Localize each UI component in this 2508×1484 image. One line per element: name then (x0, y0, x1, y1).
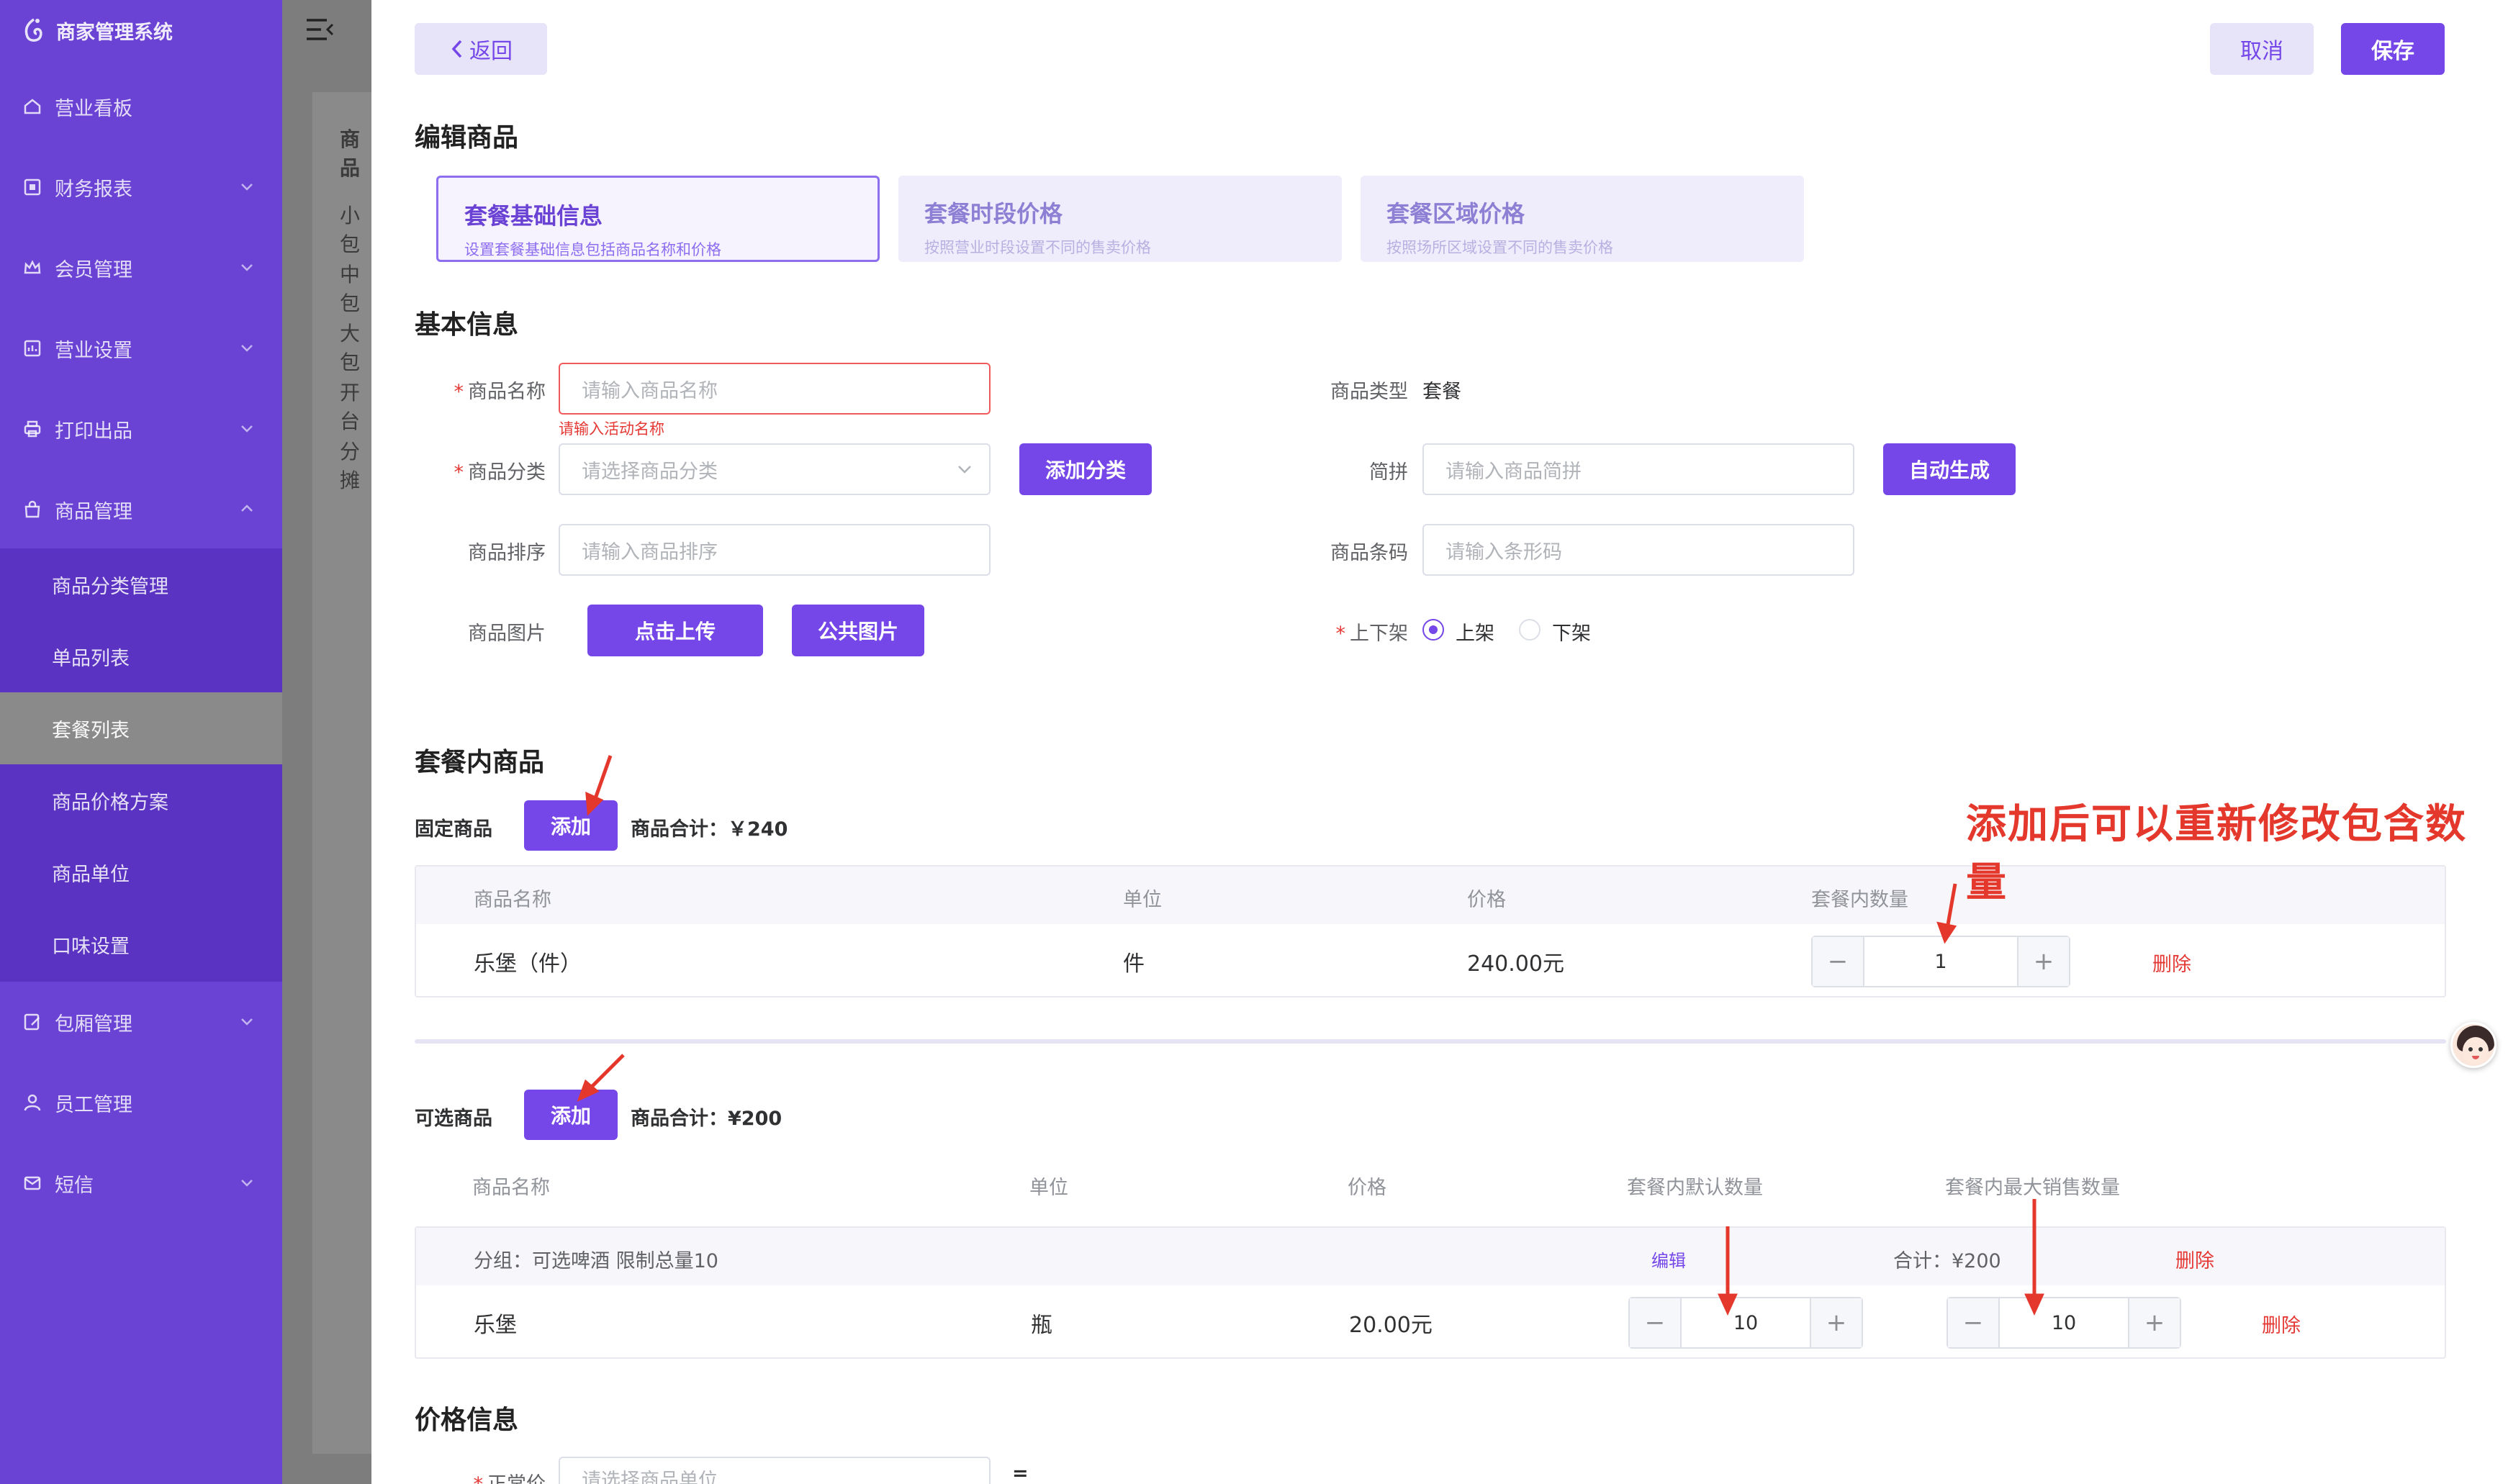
sidebar-item-finance[interactable]: 财务报表 (0, 151, 282, 223)
app-logo-icon (24, 18, 42, 42)
avatar-face (2463, 1037, 2489, 1064)
sidebar-subitem-label: 商品单位 (52, 863, 130, 886)
arrow-head (1936, 921, 1957, 944)
sidebar-item-business-settings[interactable]: 营业设置 (0, 312, 282, 384)
sidebar-item-members[interactable]: 会员管理 (0, 232, 282, 304)
sidebar-subitem-units[interactable]: 商品单位 (0, 836, 282, 908)
sidebar-item-rooms[interactable]: 包厢管理 (0, 986, 282, 1058)
sidebar-item-label: 短信 (55, 1174, 94, 1197)
sidebar-item-label: 营业看板 (55, 97, 132, 120)
chevron-up-icon (241, 505, 253, 512)
sidebar-subitem-single-items[interactable]: 单品列表 (0, 620, 282, 692)
arrow-head (2024, 1293, 2044, 1316)
arrow-head (1718, 1293, 1738, 1316)
crown-icon (22, 257, 43, 279)
settings-board-icon (22, 338, 43, 359)
annotation-arrows (577, 755, 2044, 1316)
sidebar-item-label: 打印出品 (55, 420, 132, 443)
background-card-title: 商品 (340, 127, 361, 180)
chevron-down-icon (241, 1018, 253, 1026)
background-row: 大包 (340, 322, 361, 374)
sidebar-item-label: 财务报表 (55, 178, 132, 201)
sidebar-item-label: 员工管理 (55, 1093, 132, 1116)
report-icon (22, 176, 43, 198)
sidebar-item-products[interactable]: 商品管理 (0, 474, 282, 546)
background-row: 小包 (340, 204, 361, 256)
sidebar-item-label: 营业设置 (55, 339, 132, 362)
sidebar-item-label: 会员管理 (55, 258, 132, 281)
sidebar: 商家管理系统 营业看板 财务报表 会员管理 营业设置 打印出品 商品管理 商品分… (0, 0, 282, 1484)
products-submenu: 商品分类管理 单品列表 套餐列表 商品价格方案 商品单位 口味设置 (0, 548, 282, 982)
sidebar-subitem-label: 单品列表 (52, 647, 130, 670)
sidebar-subitem-label: 套餐列表 (52, 719, 130, 742)
chevron-down-icon (241, 425, 253, 433)
app-title: 商家管理系统 (56, 21, 173, 44)
chevron-down-icon (241, 1180, 253, 1187)
avatar-eye (2478, 1047, 2483, 1051)
sidebar-item-printing[interactable]: 打印出品 (0, 393, 282, 465)
background-page: 商品 小包 中包 大包 开台 分摊 (282, 0, 371, 1484)
sidebar-subitem-flavors[interactable]: 口味设置 (0, 908, 282, 980)
room-edit-icon (22, 1011, 43, 1033)
chevron-down-icon (241, 264, 253, 271)
user-icon (22, 1092, 43, 1113)
app-logo: 商家管理系统 (22, 13, 173, 47)
menu-fold-icon[interactable] (305, 17, 334, 42)
sidebar-item-sms[interactable]: 短信 (0, 1147, 282, 1219)
background-row: 开台 (340, 381, 361, 433)
mail-icon (22, 1172, 43, 1194)
sidebar-item-label: 包厢管理 (55, 1013, 132, 1036)
background-row: 中包 (340, 263, 361, 315)
chevron-down-icon (241, 184, 253, 191)
edit-product-drawer: 返回 取消 保存 编辑商品 套餐基础信息 设置套餐基础信息包括商品名称和价格 套… (371, 0, 2508, 1484)
background-row: 分摊 (340, 440, 361, 492)
arrow-head (585, 792, 604, 816)
sidebar-item-dashboard[interactable]: 营业看板 (0, 71, 282, 142)
chevron-down-icon (241, 345, 253, 352)
sidebar-subitem-package-list[interactable]: 套餐列表 (0, 692, 282, 764)
home-icon (22, 96, 43, 117)
sidebar-item-label: 商品管理 (55, 500, 132, 523)
printer-icon (22, 418, 43, 440)
sidebar-item-staff[interactable]: 员工管理 (0, 1067, 282, 1139)
sidebar-subitem-label: 商品分类管理 (52, 575, 168, 598)
sidebar-subitem-label: 商品价格方案 (52, 791, 168, 814)
assistant-avatar[interactable] (2450, 1022, 2496, 1068)
sidebar-subitem-category-management[interactable]: 商品分类管理 (0, 548, 282, 620)
sidebar-subitem-label: 口味设置 (52, 935, 130, 958)
sidebar-subitem-price-plans[interactable]: 商品价格方案 (0, 764, 282, 836)
avatar-eye (2468, 1047, 2473, 1051)
shopping-bag-icon (22, 499, 43, 520)
